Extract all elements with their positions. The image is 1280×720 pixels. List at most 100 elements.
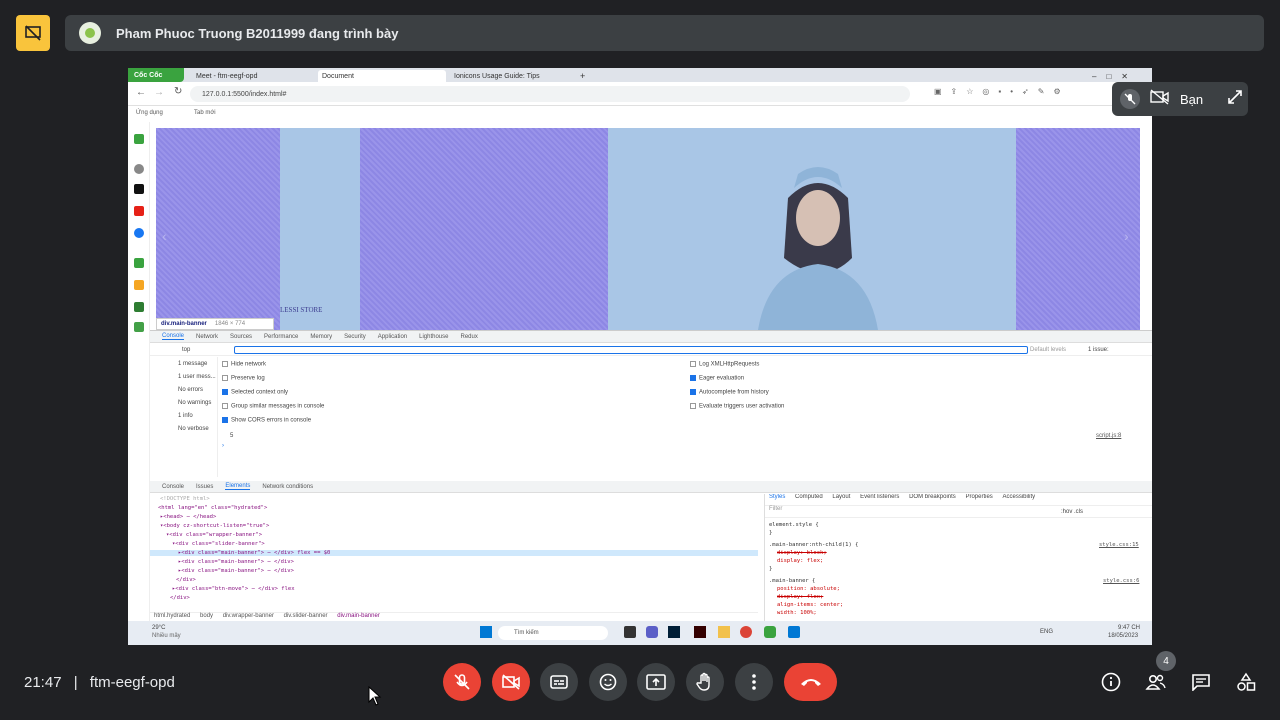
- tab-network[interactable]: Network: [196, 334, 218, 340]
- styles-filter-input[interactable]: Filter: [769, 506, 782, 512]
- weather-temp[interactable]: 29°C: [152, 625, 165, 631]
- styles-tab-properties[interactable]: Properties: [965, 494, 992, 500]
- coccoc-icon[interactable]: [764, 626, 776, 638]
- opt-eager-eval[interactable]: Eager evaluation: [690, 375, 784, 389]
- tab-console[interactable]: Console: [162, 333, 185, 340]
- tab-document[interactable]: Document: [318, 70, 446, 82]
- styles-tab-dom-bp[interactable]: DOM breakpoints: [909, 494, 956, 500]
- styles-tab-styles[interactable]: Styles: [769, 494, 785, 500]
- expand-icon[interactable]: [1227, 89, 1243, 110]
- styles-tab-accessibility[interactable]: Accessibility: [1002, 494, 1035, 500]
- style-rule-line[interactable]: display: flex;: [777, 594, 823, 600]
- opt-hide-network[interactable]: Hide network: [222, 361, 324, 375]
- tree-line[interactable]: <!DOCTYPE html>: [160, 496, 210, 502]
- weather-desc[interactable]: Nhiều mây: [152, 633, 181, 639]
- self-view[interactable]: Bạn: [1112, 82, 1248, 116]
- extension-icons[interactable]: ▣⇪☆◎▪•➶✎⚙: [934, 87, 1070, 96]
- opt-user-activation[interactable]: Evaluate triggers user activation: [690, 403, 784, 417]
- style-rule-line[interactable]: width: 100%;: [777, 610, 817, 616]
- tree-line[interactable]: <html lang="en" class="hydrated">: [158, 505, 267, 511]
- illustrator-icon[interactable]: [694, 626, 706, 638]
- summary-messages[interactable]: 1 message: [178, 361, 207, 367]
- taskbar-time[interactable]: 9:47 CH: [1118, 625, 1140, 631]
- game-icon[interactable]: [134, 134, 144, 144]
- forward-icon[interactable]: →: [154, 87, 164, 98]
- drawer-tab-network-conditions[interactable]: Network conditions: [262, 484, 313, 490]
- tab-memory[interactable]: Memory: [310, 334, 332, 340]
- people-button[interactable]: [1144, 670, 1168, 694]
- window-controls[interactable]: –□✕: [1088, 70, 1148, 82]
- tab-ionicons[interactable]: Ionicons Usage Guide: Tips: [450, 70, 570, 82]
- add-icon[interactable]: [134, 164, 144, 174]
- reload-icon[interactable]: ↻: [174, 86, 182, 97]
- explorer-icon[interactable]: [718, 626, 730, 638]
- crumb[interactable]: html.hydrated: [154, 613, 190, 619]
- summary-info[interactable]: 1 info: [178, 413, 193, 419]
- styles-tab-events[interactable]: Event listeners: [860, 494, 899, 500]
- summary-warnings[interactable]: No warnings: [178, 400, 211, 406]
- crumb-current[interactable]: div.main-banner: [337, 613, 380, 619]
- photoshop-icon[interactable]: [668, 626, 680, 638]
- console-prompt[interactable]: ›: [222, 443, 224, 449]
- tree-line[interactable]: ▸<div class="btn-move"> ⋯ </div> flex: [172, 586, 295, 592]
- tree-line[interactable]: ▾<div class="wrapper-banner">: [166, 532, 262, 538]
- tab-application[interactable]: Application: [378, 334, 407, 340]
- opt-selected-context[interactable]: Selected context only: [222, 389, 324, 403]
- grid-icon[interactable]: [134, 322, 144, 332]
- windows-start-icon[interactable]: [480, 626, 492, 638]
- messenger-icon[interactable]: [134, 228, 144, 238]
- taskbar-search[interactable]: Tìm kiếm: [498, 626, 608, 640]
- tab-performance[interactable]: Performance: [264, 334, 298, 340]
- taskview-icon[interactable]: [624, 626, 636, 638]
- drawer-tab-issues[interactable]: Issues: [196, 484, 213, 490]
- mic-toggle-button[interactable]: [443, 663, 481, 701]
- summary-verbose[interactable]: No verbose: [178, 426, 209, 432]
- url-input[interactable]: 127.0.0.1:5500/index.html#: [190, 86, 910, 102]
- tree-line[interactable]: ▾<div class="slider-banner">: [172, 541, 265, 547]
- chat-button[interactable]: [1189, 670, 1213, 694]
- sheet-icon[interactable]: [134, 302, 144, 312]
- style-rule-line[interactable]: position: absolute;: [777, 586, 840, 592]
- drawer-tab-console[interactable]: Console: [162, 484, 184, 490]
- vscode-icon[interactable]: [788, 626, 800, 638]
- crumb[interactable]: div.wrapper-banner: [223, 613, 274, 619]
- new-tab-icon[interactable]: +: [576, 70, 588, 82]
- style-rule-line[interactable]: align-items: center;: [777, 602, 843, 608]
- tree-line[interactable]: ▸<head> ⋯ </head>: [160, 514, 216, 520]
- hov-cls-toggle[interactable]: :hov .cls: [1061, 509, 1083, 515]
- teams-icon[interactable]: [646, 626, 658, 638]
- tab-sources[interactable]: Sources: [230, 334, 252, 340]
- emoji-button[interactable]: [589, 663, 627, 701]
- opt-log-xhr[interactable]: Log XMLHttpRequests: [690, 361, 784, 375]
- tree-line[interactable]: </div>: [176, 577, 196, 583]
- tab-meet[interactable]: Meet - ftm-eegf-opd: [192, 70, 302, 82]
- camera-toggle-button[interactable]: [492, 663, 530, 701]
- opt-preserve-log[interactable]: Preserve log: [222, 375, 324, 389]
- app-icon[interactable]: [134, 258, 144, 268]
- taskbar-date[interactable]: 18/05/2023: [1108, 633, 1138, 639]
- bookmark-newtab[interactable]: Tab mới: [194, 110, 216, 116]
- summary-user-messages[interactable]: 1 user mess...: [178, 374, 216, 380]
- styles-tab-computed[interactable]: Computed: [795, 494, 823, 500]
- tree-line[interactable]: ▸<div class="main-banner"> ⋯ </div>: [178, 568, 294, 574]
- lang-indicator[interactable]: ENG: [1040, 629, 1053, 635]
- tab-redux[interactable]: Redux: [460, 334, 477, 340]
- shop-icon[interactable]: [134, 280, 144, 290]
- tree-line[interactable]: </div>: [170, 595, 190, 601]
- chrome-icon[interactable]: [740, 626, 752, 638]
- opt-cors-errors[interactable]: Show CORS errors in console: [222, 417, 324, 431]
- levels-select[interactable]: Default levels: [1030, 347, 1066, 353]
- issues-badge[interactable]: 1 issue:: [1088, 347, 1109, 353]
- meeting-info-button[interactable]: [1099, 670, 1123, 694]
- tree-line[interactable]: ▾<body cz-shortcut-listen="true">: [160, 523, 269, 529]
- leave-call-button[interactable]: [784, 663, 837, 701]
- tab-security[interactable]: Security: [344, 334, 366, 340]
- more-options-button[interactable]: [735, 663, 773, 701]
- crumb[interactable]: div.slider-banner: [284, 613, 328, 619]
- tree-line[interactable]: ▸<div class="main-banner"> ⋯ </div>: [178, 559, 294, 565]
- opt-group-similar[interactable]: Group similar messages in console: [222, 403, 324, 417]
- style-rule-line[interactable]: display: flex;: [777, 558, 823, 564]
- present-button[interactable]: [637, 663, 675, 701]
- youtube-icon[interactable]: [134, 206, 144, 216]
- raise-hand-button[interactable]: [686, 663, 724, 701]
